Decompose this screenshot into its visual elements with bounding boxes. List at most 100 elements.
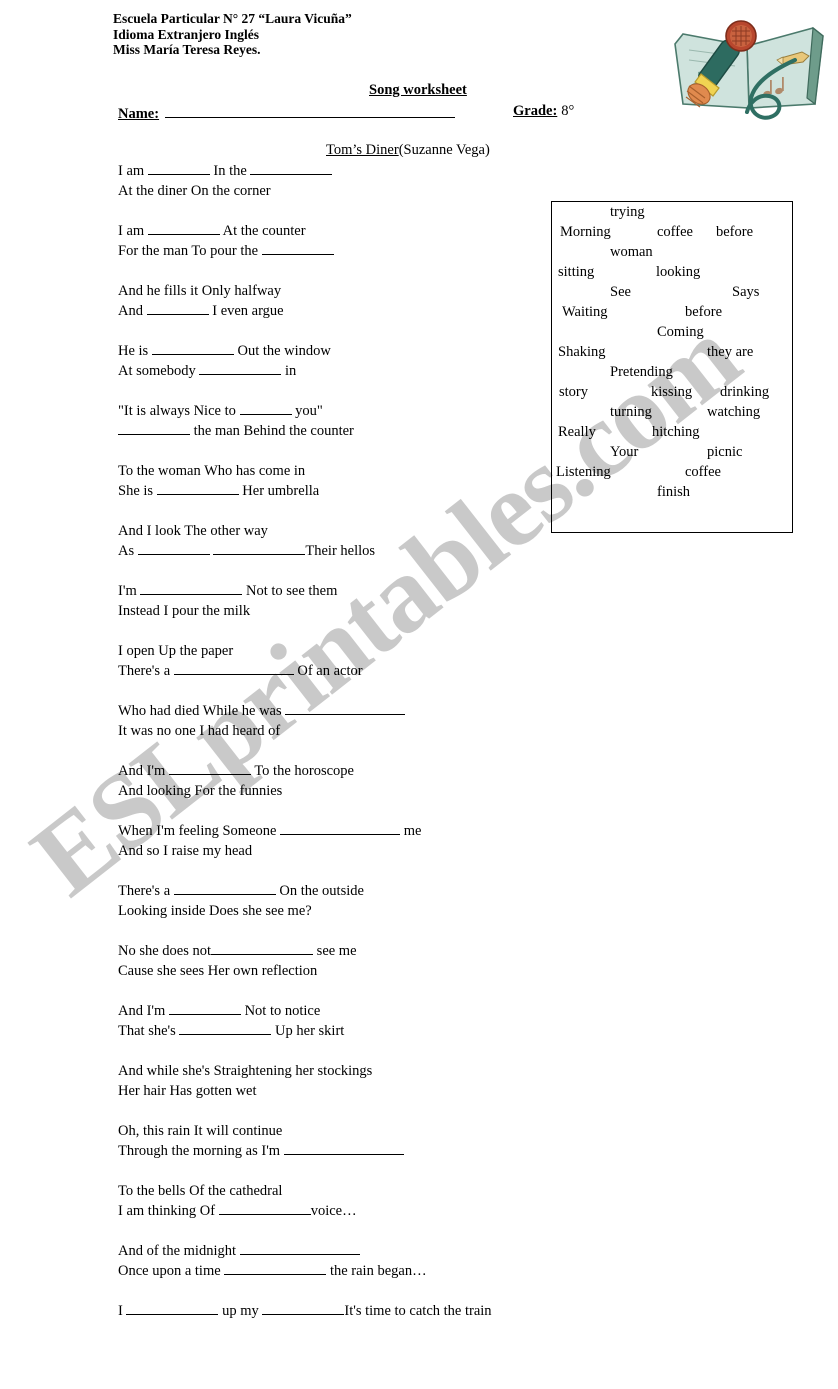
name-input-blank[interactable]	[165, 103, 456, 118]
word-bank-word[interactable]: Waiting	[562, 302, 608, 322]
lyric-line: And of the midnight	[118, 1241, 548, 1261]
lyric-stanza: To the woman Who has come in She is Her u…	[118, 461, 548, 501]
lyric-line: He is Out the window	[118, 341, 548, 361]
word-bank-word[interactable]: Coming	[657, 322, 704, 342]
word-bank-word[interactable]: Morning	[560, 222, 611, 242]
word-bank-word[interactable]: watching	[707, 402, 760, 422]
fill-in-blank[interactable]	[262, 1301, 345, 1315]
word-bank-word[interactable]: picnic	[707, 442, 742, 462]
lyric-line: And so I raise my head	[118, 841, 548, 861]
word-bank-word[interactable]: Really	[558, 422, 596, 442]
lyric-text: There's a	[118, 883, 174, 899]
word-bank-row: Pretending	[552, 362, 792, 382]
lyric-line: Cause she sees Her own reflection	[118, 961, 548, 981]
lyric-text: I even argue	[208, 303, 284, 319]
lyric-text: In the	[209, 163, 251, 179]
word-bank-word[interactable]: finish	[657, 482, 690, 502]
lyric-text: At the diner On the corner	[118, 183, 271, 199]
word-bank-word[interactable]: woman	[610, 242, 653, 262]
lyric-text: Through the morning as I'm	[118, 1143, 284, 1159]
word-bank-word[interactable]: coffee	[657, 222, 693, 242]
fill-in-blank[interactable]	[218, 1201, 311, 1215]
fill-in-blank[interactable]	[239, 401, 292, 415]
lyric-text: Once upon a time	[118, 1263, 225, 1279]
fill-in-blank[interactable]	[147, 221, 220, 235]
word-bank-word[interactable]: drinking	[720, 382, 769, 402]
word-bank-word[interactable]: hitching	[652, 422, 700, 442]
fill-in-blank[interactable]	[146, 301, 209, 315]
fill-in-blank[interactable]	[280, 821, 401, 835]
page-title: Song worksheet	[369, 82, 467, 98]
lyric-text: Her umbrella	[238, 483, 320, 499]
word-bank-word[interactable]: Your	[610, 442, 638, 462]
word-bank-word[interactable]: they are	[707, 342, 753, 362]
lyric-text: When I'm feeling Someone	[118, 823, 281, 839]
lyric-line: I am At the counter	[118, 221, 548, 241]
word-bank-word[interactable]: sitting	[558, 262, 594, 282]
word-bank-row: Coming	[552, 322, 792, 342]
word-bank-word[interactable]: coffee	[685, 462, 721, 482]
lyric-text: in	[281, 363, 297, 379]
word-bank-word[interactable]: See	[610, 282, 631, 302]
grade-field-row: Grade: 8°	[513, 103, 574, 120]
fill-in-blank[interactable]	[283, 1141, 404, 1155]
lyric-line: To the woman Who has come in	[118, 461, 548, 481]
word-bank-word[interactable]: Shaking	[558, 342, 606, 362]
word-bank-row: story kissing drinking	[552, 382, 792, 402]
fill-in-blank[interactable]	[179, 1021, 272, 1035]
school-line-1: Escuela Particular N° 27 “Laura Vicuña”	[113, 11, 352, 26]
fill-in-blank[interactable]	[213, 541, 306, 555]
fill-in-blank[interactable]	[211, 941, 314, 955]
lyric-stanza: And he fills it Only halfway And I even a…	[118, 281, 548, 321]
lyric-text: I am thinking Of	[118, 1203, 219, 1219]
fill-in-blank[interactable]	[168, 761, 251, 775]
fill-in-blank[interactable]	[285, 701, 406, 715]
word-bank-word[interactable]: before	[685, 302, 722, 322]
lyric-line: It was no one I had heard of	[118, 721, 548, 741]
fill-in-blank[interactable]	[239, 1241, 360, 1255]
word-bank-word[interactable]: trying	[610, 202, 645, 222]
lyric-text: you"	[291, 403, 323, 419]
lyric-text: She is	[118, 483, 157, 499]
lyric-text: On the outside	[275, 883, 364, 899]
fill-in-blank[interactable]	[118, 421, 190, 435]
fill-in-blank[interactable]	[156, 481, 239, 495]
lyric-text: He is	[118, 343, 152, 359]
fill-in-blank[interactable]	[126, 1301, 219, 1315]
lyric-line: That she's Up her skirt	[118, 1021, 548, 1041]
word-bank-word[interactable]: story	[559, 382, 588, 402]
lyrics-container: I am In the At the diner On the corner I …	[118, 161, 548, 1341]
fill-in-blank[interactable]	[151, 341, 234, 355]
lyric-line: When I'm feeling Someone me	[118, 821, 548, 841]
fill-in-blank[interactable]	[250, 161, 333, 175]
lyric-stanza: I open Up the paper There's a Of an actor	[118, 641, 548, 681]
fill-in-blank[interactable]	[173, 661, 294, 675]
lyric-text: To the bells Of the cathedral	[118, 1183, 283, 1199]
lyric-line: "It is always Nice to you"	[118, 401, 548, 421]
word-bank-word[interactable]: Pretending	[610, 362, 673, 382]
lyric-text: I'm	[118, 583, 141, 599]
fill-in-blank[interactable]	[224, 1261, 327, 1275]
grade-value: 8°	[561, 103, 575, 119]
fill-in-blank[interactable]	[261, 241, 334, 255]
fill-in-blank[interactable]	[137, 541, 210, 555]
word-bank-word[interactable]: turning	[610, 402, 652, 422]
lyric-text: Of an actor	[293, 663, 363, 679]
fill-in-blank[interactable]	[147, 161, 210, 175]
word-bank-word[interactable]: Says	[732, 282, 759, 302]
lyric-text: At the counter	[219, 223, 306, 239]
lyric-line: I up my It's time to catch the train	[118, 1301, 548, 1321]
lyric-stanza: Oh, this rain It will continue Through th…	[118, 1121, 548, 1161]
fill-in-blank[interactable]	[173, 881, 276, 895]
lyric-text: up my	[218, 1303, 263, 1319]
lyric-text: It's time to catch the train	[344, 1303, 492, 1319]
word-bank-word[interactable]: kissing	[651, 382, 692, 402]
fill-in-blank[interactable]	[168, 1001, 241, 1015]
word-bank-row: Listening coffee	[552, 462, 792, 482]
word-bank-word[interactable]: looking	[656, 262, 700, 282]
fill-in-blank[interactable]	[199, 361, 282, 375]
lyric-stanza: And I'm To the horoscope And looking For …	[118, 761, 548, 801]
fill-in-blank[interactable]	[140, 581, 243, 595]
word-bank-word[interactable]: Listening	[556, 462, 611, 482]
word-bank-word[interactable]: before	[716, 222, 753, 242]
